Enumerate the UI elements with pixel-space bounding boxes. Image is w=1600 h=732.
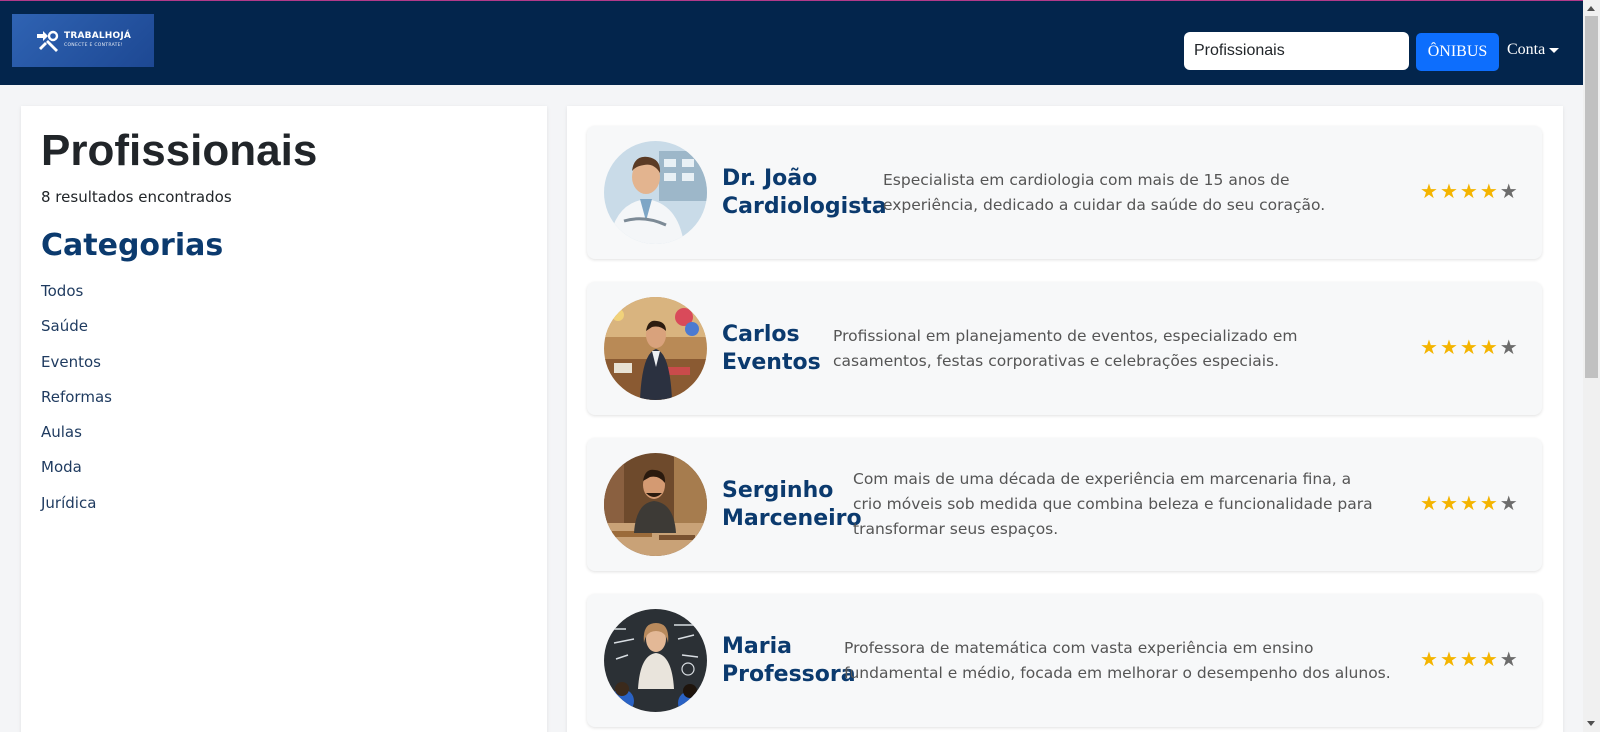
- star-filled-icon: ★: [1420, 491, 1438, 515]
- scroll-down-icon[interactable]: [1587, 721, 1595, 726]
- category-list: Todos Saúde Eventos Reformas Aulas Moda …: [41, 283, 112, 531]
- rating-stars: ★ ★ ★ ★ ★: [1420, 181, 1518, 201]
- star-filled-icon: ★: [1459, 179, 1478, 203]
- star-empty-icon: ★: [1499, 491, 1518, 515]
- brand-name: TRABALHOJÁ: [64, 31, 132, 42]
- categories-title: Categorias: [41, 228, 224, 263]
- caret-down-icon: [1549, 47, 1560, 53]
- star-filled-icon: ★: [1479, 491, 1498, 515]
- professional-card[interactable]: Dr. João Cardiologista Especialista em c…: [587, 126, 1542, 259]
- professional-card[interactable]: Maria Professora Professora de matemátic…: [587, 594, 1542, 727]
- rating-stars: ★ ★ ★ ★ ★: [1420, 337, 1518, 357]
- category-moda[interactable]: Moda: [41, 460, 112, 495]
- category-saude[interactable]: Saúde: [41, 319, 112, 354]
- brand-logo[interactable]: TRABALHOJÁ CONECTE E CONTRATE!: [12, 14, 154, 67]
- star-filled-icon: ★: [1420, 179, 1438, 203]
- teacher-avatar: [604, 609, 707, 712]
- professional-description: Especialista em cardiologia com mais de …: [883, 170, 1326, 214]
- professionals-list: Dr. João Cardiologista Especialista em c…: [567, 106, 1563, 732]
- professional-card[interactable]: Serginho Marceneiro Com mais de uma déca…: [587, 438, 1542, 571]
- rating-stars: ★ ★ ★ ★ ★: [1420, 493, 1518, 513]
- star-filled-icon: ★: [1420, 647, 1438, 671]
- account-dropdown[interactable]: Conta: [1507, 41, 1560, 59]
- professional-card[interactable]: Carlos Eventos Profissional em planejame…: [587, 282, 1542, 415]
- professional-name-line2: Cardiologista: [722, 193, 887, 219]
- account-label: Conta: [1507, 41, 1546, 58]
- star-filled-icon: ★: [1439, 491, 1458, 515]
- professional-name-line1: Dr. João: [722, 165, 818, 191]
- category-juridica[interactable]: Jurídica: [41, 495, 112, 531]
- doctor-avatar: [604, 141, 707, 244]
- professional-name-line2: Eventos: [722, 349, 821, 375]
- star-filled-icon: ★: [1439, 179, 1458, 203]
- professional-description: Professora de matemática com vasta exper…: [844, 638, 1391, 682]
- star-filled-icon: ★: [1479, 335, 1498, 359]
- results-count: 8 resultados encontrados: [41, 188, 232, 206]
- event-planner-avatar: [604, 297, 707, 400]
- star-empty-icon: ★: [1499, 647, 1518, 671]
- category-eventos[interactable]: Eventos: [41, 354, 112, 390]
- star-filled-icon: ★: [1479, 647, 1498, 671]
- search-input[interactable]: [1184, 32, 1409, 70]
- professional-name-line1: Carlos: [722, 321, 800, 347]
- star-filled-icon: ★: [1420, 335, 1438, 359]
- carpenter-avatar: [604, 453, 707, 556]
- rating-stars: ★ ★ ★ ★ ★: [1420, 649, 1518, 669]
- scrollbar-thumb[interactable]: [1585, 16, 1598, 378]
- star-filled-icon: ★: [1439, 335, 1458, 359]
- professional-description: Profissional em planejamento de eventos,…: [833, 326, 1298, 370]
- category-todos[interactable]: Todos: [41, 283, 112, 319]
- star-empty-icon: ★: [1499, 335, 1518, 359]
- star-filled-icon: ★: [1459, 335, 1478, 359]
- star-filled-icon: ★: [1439, 647, 1458, 671]
- star-filled-icon: ★: [1459, 647, 1478, 671]
- professional-name-line1: Serginho: [722, 477, 834, 503]
- category-reformas[interactable]: Reformas: [41, 389, 112, 425]
- vertical-scrollbar[interactable]: [1583, 0, 1600, 732]
- navbar: TRABALHOJÁ CONECTE E CONTRATE! ÔNIBUS Co…: [0, 1, 1583, 85]
- onibus-button[interactable]: ÔNIBUS: [1416, 33, 1499, 71]
- professional-name-line2: Marceneiro: [722, 505, 862, 531]
- star-filled-icon: ★: [1479, 179, 1498, 203]
- page-title: Profissionais: [41, 126, 318, 175]
- sidebar: Profissionais 8 resultados encontrados C…: [21, 106, 547, 732]
- professional-name-line2: Professora: [722, 661, 856, 687]
- star-filled-icon: ★: [1459, 491, 1478, 515]
- professional-name-line1: Maria: [722, 633, 792, 659]
- scroll-up-icon[interactable]: [1587, 6, 1595, 11]
- professional-description: Com mais de uma década de experiência em…: [853, 470, 1373, 538]
- star-empty-icon: ★: [1499, 179, 1518, 203]
- tools-icon: [34, 28, 60, 54]
- brand-tagline: CONECTE E CONTRATE!: [64, 43, 123, 49]
- category-aulas[interactable]: Aulas: [41, 425, 112, 460]
